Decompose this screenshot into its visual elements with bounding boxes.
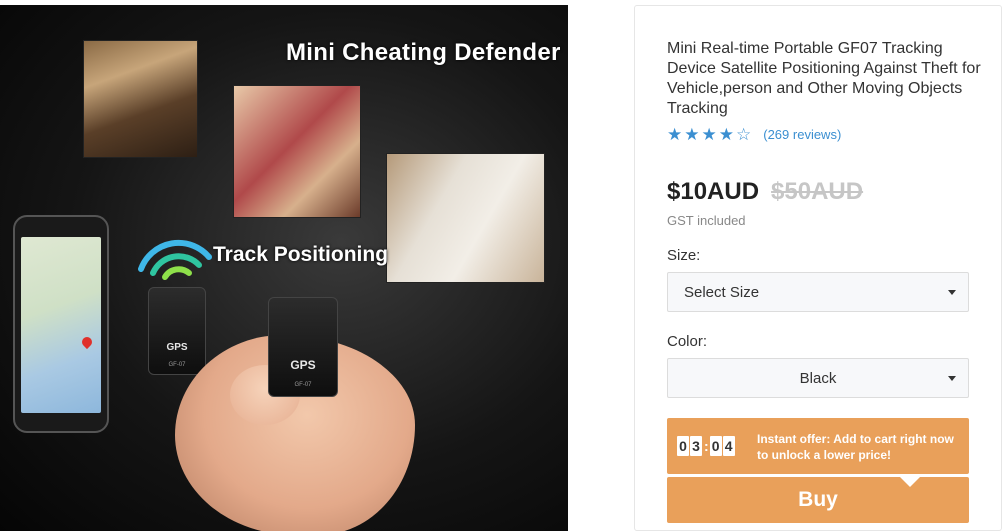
reviews-link[interactable]: (269 reviews) [763,127,841,142]
star-icon: ★ [684,125,700,144]
product-image[interactable]: Mini Cheating Defender Track Positioning… [0,5,568,531]
tax-note: GST included [667,213,746,228]
photo-thumbnail [386,153,545,283]
color-select-value: Black [799,369,837,387]
timer-separator: : [704,438,709,454]
buy-button[interactable]: Buy [667,476,969,523]
purchase-panel: Mini Real-time Portable GF07 Tracking De… [634,5,1002,531]
timer-digit: 3 [690,436,702,456]
gps-device-label: GPS [166,342,188,353]
size-label: Size: [667,247,701,264]
color-label: Color: [667,333,708,350]
countdown-timer: 0 3 : 0 4 [677,436,736,456]
star-icon: ★ [718,125,734,144]
gps-device: GPS GF-07 [148,287,206,375]
map-screen [21,237,101,413]
gps-device: GPS GF-07 [268,297,338,397]
gps-device-model: GF-07 [294,382,312,388]
size-select[interactable]: Select Size [667,272,969,312]
offer-text: Instant offer: Add to cart right now to … [757,432,954,462]
gps-device-model: GF-07 [168,362,186,368]
rating[interactable]: ★ ★ ★ ★ ☆ (269 reviews) [667,126,841,143]
price-row: $10AUD $50AUD [667,178,863,206]
caret-down-icon [948,376,956,381]
product-title: Mini Real-time Portable GF07 Tracking De… [667,40,981,117]
hero-headline: Mini Cheating Defender [286,39,561,66]
star-icon: ★ [667,125,683,144]
phone-illustration [13,215,109,433]
star-outline-icon: ☆ [736,125,752,144]
caret-down-icon [948,290,956,295]
star-icon: ★ [701,125,717,144]
track-positioning-label: Track Positioning [213,243,389,266]
sale-price: $10AUD [667,178,760,205]
gps-device-label: GPS [290,358,316,372]
compare-price: $50AUD [771,178,864,205]
wifi-signal-icon [138,239,212,280]
timer-digit: 0 [677,436,689,456]
timer-digit: 4 [722,436,735,456]
timer-digit: 0 [709,436,722,456]
photo-thumbnail [233,85,361,218]
size-select-value: Select Size [684,283,760,301]
photo-thumbnail [83,40,198,158]
notch-decoration [899,476,921,487]
color-select[interactable]: Black [667,358,969,398]
buy-button-label: Buy [798,488,838,511]
instant-offer-banner: 0 3 : 0 4 Instant offer: Add to cart rig… [667,418,969,474]
